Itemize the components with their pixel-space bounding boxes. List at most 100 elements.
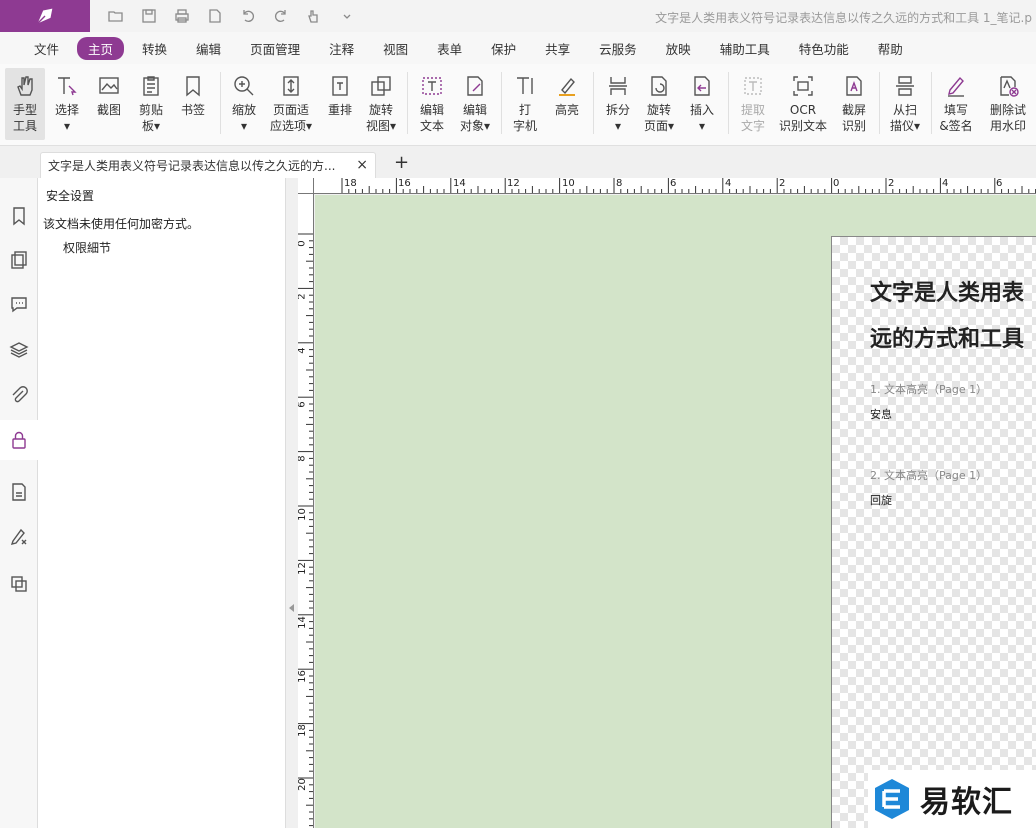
scanner-button[interactable]: 从扫 描仪▾ <box>886 68 924 140</box>
h-ruler-label: 4 <box>942 178 949 189</box>
menu-share[interactable]: 共享 <box>545 39 570 58</box>
security-panel-button[interactable] <box>0 420 38 460</box>
menu-page-manage[interactable]: 页面管理 <box>250 39 300 58</box>
edit-object-button[interactable]: 编辑 对象▾ <box>456 68 494 140</box>
menu-view[interactable]: 视图 <box>383 39 408 58</box>
remove-watermark-button[interactable]: 删除试 用水印 <box>985 68 1031 140</box>
attachments-panel-button[interactable] <box>0 375 38 415</box>
typewriter-button[interactable]: 打 字机 <box>509 68 541 140</box>
hand-menu-icon[interactable] <box>302 5 325 27</box>
typewriter-icon <box>512 72 538 100</box>
horizontal-ruler: 18 16 14 12 10 8 6 4 2 0 2 4 6 <box>298 178 1036 194</box>
customize-qa-icon[interactable] <box>335 5 358 27</box>
pdf-page[interactable]: 文字是人类用表 远的方式和工具 1. 文本高亮（Page 1） 安息 2. 文本… <box>831 236 1036 828</box>
fit-page-icon <box>278 72 304 100</box>
menu-edit[interactable]: 编辑 <box>196 39 221 58</box>
ribbon-separator <box>728 72 729 134</box>
menu-slideshow[interactable]: 放映 <box>666 39 691 58</box>
page-heading-line-1: 文字是人类用表 <box>870 281 1025 306</box>
extract-text-button[interactable]: 提取 文字 <box>736 68 770 140</box>
save-icon[interactable] <box>137 5 160 27</box>
compare-panel-button[interactable] <box>0 564 38 604</box>
edit-object-icon <box>462 72 488 100</box>
menu-help[interactable]: 帮助 <box>878 39 903 58</box>
open-folder-icon[interactable] <box>104 5 127 27</box>
ocr-icon <box>790 72 816 100</box>
permission-details-link[interactable]: 权限細节 <box>63 239 111 256</box>
split-button[interactable]: 拆分 ▾ <box>602 68 634 140</box>
pages-panel-button[interactable] <box>0 240 38 280</box>
menu-annotate[interactable]: 注释 <box>329 39 354 58</box>
clipboard-button[interactable]: 剪贴 板▾ <box>134 68 168 140</box>
app-logo[interactable] <box>0 0 90 32</box>
redo-icon[interactable] <box>269 5 292 27</box>
menu-protect[interactable]: 保护 <box>491 39 516 58</box>
h-ruler-label: 0 <box>833 178 840 189</box>
menu-file[interactable]: 文件 <box>34 39 59 58</box>
remove-watermark-icon <box>995 72 1021 100</box>
edit-text-icon <box>419 72 445 100</box>
watermark-badge-icon <box>875 779 909 819</box>
extract-text-icon <box>740 72 766 100</box>
menu-accessibility[interactable]: 辅助工具 <box>720 39 770 58</box>
pen-nib-icon <box>37 8 53 24</box>
rotate-view-icon <box>368 72 394 100</box>
close-tab-icon[interactable]: × <box>356 157 368 173</box>
document-canvas[interactable]: 文字是人类用表 远的方式和工具 1. 文本高亮（Page 1） 安息 2. 文本… <box>315 195 1036 828</box>
document-icon <box>12 483 26 501</box>
v-ruler-label: 10 <box>298 508 308 521</box>
encryption-status-text: 该文档未使用任何加密方式。 <box>43 217 200 231</box>
h-ruler-label: 6 <box>996 178 1003 189</box>
document-tab[interactable]: 文字是人类用表义符号记录表达信息以传之久远的方... × <box>40 152 376 178</box>
ribbon-separator <box>931 72 932 134</box>
fit-page-button[interactable]: 页面适 应选项▾ <box>266 68 316 140</box>
document-properties-button[interactable] <box>0 472 38 512</box>
menu-convert[interactable]: 转换 <box>142 39 167 58</box>
pages-icon <box>11 251 27 269</box>
fill-sign-button[interactable]: 填写 &签名 <box>938 68 974 140</box>
highlight-note-label-2: 2. 文本高亮（Page 1） <box>870 469 988 482</box>
rotate-view-button[interactable]: 旋转 视图▾ <box>362 68 400 140</box>
ocr-button[interactable]: OCR 识别文本 <box>777 68 829 140</box>
ribbon-separator <box>407 72 408 134</box>
screenshot-button[interactable]: 截图 <box>92 68 126 140</box>
menu-features[interactable]: 特色功能 <box>799 39 849 58</box>
bookmark-icon <box>13 207 25 226</box>
h-ruler-label: 16 <box>398 178 411 189</box>
layers-panel-button[interactable] <box>0 330 38 370</box>
menu-form[interactable]: 表单 <box>437 39 462 58</box>
title-bar: 文字是人类用表义符号记录表达信息以传之久远的方式和工具 1_笔记.p <box>0 0 1036 32</box>
document-tab-title: 文字是人类用表义符号记录表达信息以传之久远的方... <box>48 159 336 173</box>
print-icon[interactable] <box>170 5 193 27</box>
menu-cloud[interactable]: 云服务 <box>599 39 637 58</box>
ribbon-toolbar: 手型 工具 选择 ▾ 截图 剪贴 板▾ 书签 缩放 ▾ 页面适 应选项▾ 重排 … <box>0 64 1036 146</box>
h-ruler-label: 12 <box>507 178 520 189</box>
layers-icon <box>9 342 29 358</box>
bookmark-icon <box>180 72 206 100</box>
page-heading-line-2: 远的方式和工具 <box>870 327 1025 352</box>
undo-icon[interactable] <box>236 5 259 27</box>
screenshot-icon <box>96 72 122 100</box>
menu-home[interactable]: 主页 <box>77 36 125 60</box>
add-tab-icon[interactable]: + <box>394 152 409 173</box>
insert-icon <box>689 72 715 100</box>
select-button[interactable]: 选择 ▾ <box>50 68 84 140</box>
signature-panel-button[interactable] <box>0 516 38 556</box>
bookmark-button[interactable]: 书签 <box>176 68 210 140</box>
highlight-note-text-2: 回旋 <box>870 494 892 507</box>
panel-title: 安全设置 <box>46 189 95 203</box>
bookmark-panel-button[interactable] <box>0 196 38 236</box>
hand-tool-button[interactable]: 手型 工具 <box>5 68 45 140</box>
screen-ocr-button[interactable]: 截屏 识别 <box>837 68 871 140</box>
panel-splitter[interactable] <box>286 178 298 828</box>
zoom-icon <box>231 72 257 100</box>
collapse-arrow-icon[interactable] <box>289 604 294 612</box>
new-doc-icon[interactable] <box>203 5 226 27</box>
comments-panel-button[interactable] <box>0 284 38 324</box>
edit-text-button[interactable]: 编辑 文本 <box>415 68 449 140</box>
insert-button[interactable]: 插入 ▾ <box>686 68 718 140</box>
zoom-button[interactable]: 缩放 ▾ <box>228 68 260 140</box>
reflow-button[interactable]: 重排 <box>324 68 356 140</box>
highlight-button[interactable]: 高亮 <box>551 68 583 140</box>
rotate-page-button[interactable]: 旋转 页面▾ <box>640 68 678 140</box>
